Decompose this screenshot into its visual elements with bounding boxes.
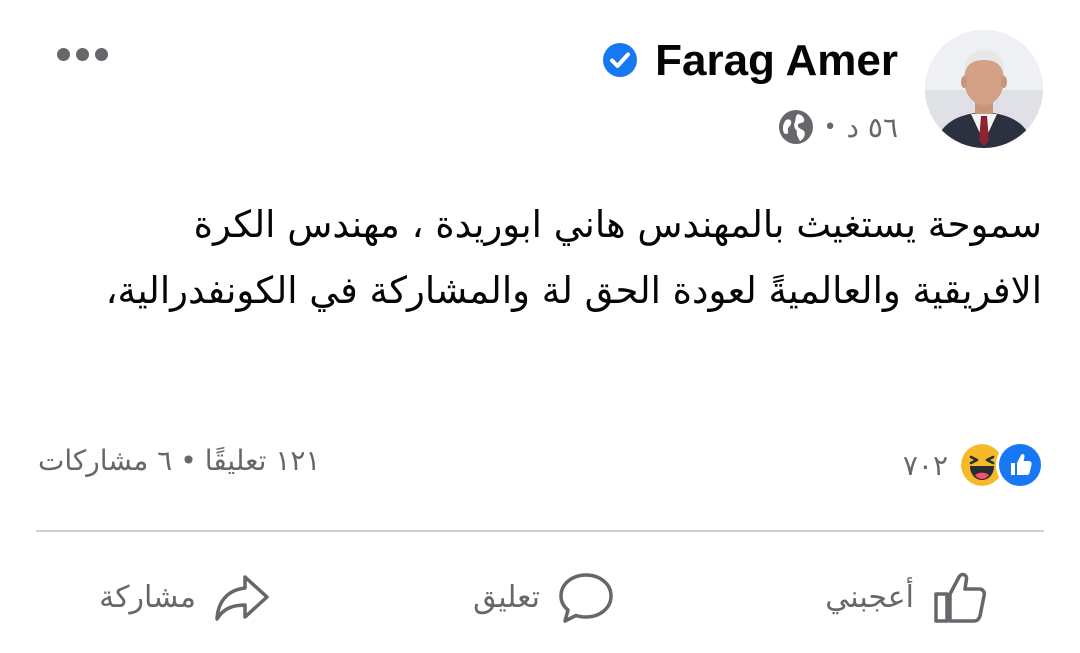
divider <box>36 530 1044 532</box>
facebook-post: Farag Amer ٥٦ د • سموحة يستغيث بالمهندس … <box>0 0 1080 653</box>
like-button[interactable]: أعجبني <box>825 566 990 628</box>
verified-badge-icon <box>603 43 637 77</box>
comment-button-label: تعليق <box>473 579 540 615</box>
comment-bubble-icon <box>559 573 613 623</box>
meta-separator: • <box>823 114 837 140</box>
comment-count[interactable]: ١٢١ تعليقًا <box>205 444 321 477</box>
reactions-summary[interactable]: ٧٠٢ <box>903 440 1044 490</box>
post-timestamp[interactable]: ٥٦ د <box>847 111 898 144</box>
count-separator: • <box>180 444 197 477</box>
comment-button[interactable]: تعليق <box>473 566 616 628</box>
like-reaction-icon <box>996 441 1044 489</box>
thumbs-up-icon <box>934 572 986 623</box>
reaction-count: ٧٠٢ <box>902 448 948 482</box>
more-options-button[interactable] <box>50 36 114 72</box>
more-dots-icon <box>75 47 89 61</box>
more-dots-icon <box>56 47 70 61</box>
post-meta: ٥٦ د • <box>778 106 898 148</box>
share-button[interactable]: مشاركة <box>99 566 272 628</box>
author-name[interactable]: Farag Amer <box>655 34 898 88</box>
post-text: سموحة يستغيث بالمهندس هاني ابوريدة ، مهن… <box>105 203 1042 312</box>
globe-icon[interactable] <box>778 109 814 145</box>
share-button-label: مشاركة <box>99 579 196 615</box>
share-arrow-icon <box>215 575 269 621</box>
more-dots-icon <box>94 47 108 61</box>
share-count[interactable]: ٦ مشاركات <box>38 444 172 477</box>
engagement-counts: ١٢١ تعليقًا • ٦ مشاركات <box>38 444 320 477</box>
avatar[interactable] <box>925 30 1043 148</box>
profile-photo <box>925 30 1043 148</box>
like-button-label: أعجبني <box>825 579 914 615</box>
